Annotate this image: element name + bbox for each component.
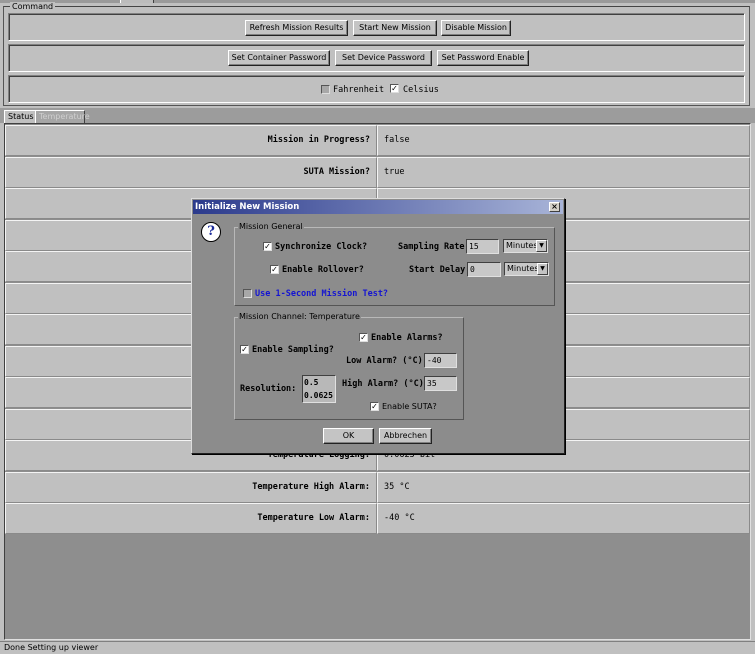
- fahrenheit-checkbox[interactable]: [321, 85, 330, 94]
- resolution-label: Resolution:: [240, 384, 297, 394]
- enable-rollover-label: Enable Rollover?: [282, 265, 364, 275]
- dialog-title: Initialize New Mission: [195, 202, 300, 212]
- question-icon: ?: [201, 222, 221, 242]
- enable-rollover-checkbox[interactable]: ✓: [270, 265, 279, 274]
- status-row: Mission in Progress? false: [5, 125, 750, 156]
- resolution-list[interactable]: 0.5 0.0625: [302, 375, 336, 403]
- set-password-enable-button[interactable]: Set Password Enable: [437, 50, 529, 66]
- status-row-label: Temperature High Alarm:: [5, 471, 377, 503]
- synchronize-clock-checkbox[interactable]: ✓: [263, 242, 272, 251]
- mission-channel-group: Mission Channel: Temperature ✓ Enable Al…: [234, 312, 464, 420]
- high-alarm-input[interactable]: 35: [424, 376, 457, 391]
- chevron-down-icon: ▼: [536, 240, 547, 252]
- start-delay-unit-select[interactable]: Minutes ▼: [504, 262, 549, 276]
- mission-channel-legend: Mission Channel: Temperature: [238, 312, 361, 321]
- dialog-titlebar[interactable]: Initialize New Mission ×: [193, 200, 563, 214]
- high-alarm-label: High Alarm? (°C): [342, 379, 424, 389]
- start-delay-label: Start Delay: [409, 265, 466, 275]
- status-row-value: -40 °C: [377, 503, 750, 534]
- close-icon[interactable]: ×: [549, 202, 560, 212]
- command-row-units: Fahrenheit ✓ Celsius: [8, 75, 745, 103]
- cancel-button[interactable]: Abbrechen: [379, 428, 432, 444]
- enable-sampling-label: Enable Sampling?: [252, 345, 334, 355]
- tab-bar: Status Temperature: [0, 108, 755, 123]
- sampling-rate-unit-value: Minutes: [506, 241, 538, 250]
- sampling-rate-label: Sampling Rate: [398, 242, 465, 252]
- one-second-test-label: Use 1-Second Mission Test?: [255, 289, 389, 299]
- mission-general-group: Mission General ✓ Synchronize Clock? Sam…: [234, 222, 555, 306]
- status-row-value: true: [377, 156, 750, 188]
- tab-status[interactable]: Status: [4, 110, 38, 123]
- start-new-mission-button[interactable]: Start New Mission: [353, 20, 437, 36]
- fahrenheit-label: Fahrenheit: [333, 85, 385, 95]
- start-delay-input[interactable]: 0: [467, 262, 501, 277]
- celsius-checkbox[interactable]: ✓: [390, 84, 399, 93]
- chevron-down-icon: ▼: [537, 263, 548, 275]
- one-second-test-checkbox[interactable]: [243, 289, 252, 298]
- status-row-value: 35 °C: [377, 471, 750, 503]
- enable-sampling-checkbox[interactable]: ✓: [240, 345, 249, 354]
- enable-suta-label: Enable SUTA?: [382, 402, 437, 411]
- celsius-label: Celsius: [403, 85, 439, 95]
- tab-temperature[interactable]: Temperature: [35, 110, 90, 123]
- low-alarm-input[interactable]: -40: [424, 353, 457, 368]
- status-row: SUTA Mission? true: [5, 156, 750, 188]
- initialize-mission-dialog: Initialize New Mission × ? Mission Gener…: [191, 198, 565, 454]
- status-bar: Done Setting up viewer: [0, 641, 755, 654]
- top-strip: [0, 0, 755, 3]
- start-delay-unit-value: Minutes: [507, 264, 539, 273]
- set-device-password-button[interactable]: Set Device Password: [335, 50, 432, 66]
- status-row-label: Mission in Progress?: [5, 125, 377, 156]
- status-row: Temperature Low Alarm: -40 °C: [5, 503, 750, 534]
- refresh-mission-results-button[interactable]: Refresh Mission Results: [245, 20, 348, 36]
- mission-general-legend: Mission General: [238, 222, 304, 231]
- low-alarm-label: Low Alarm? (°C): [346, 356, 423, 366]
- enable-alarms-checkbox[interactable]: ✓: [359, 333, 368, 342]
- ok-button[interactable]: OK: [323, 428, 374, 444]
- enable-alarms-label: Enable Alarms?: [371, 333, 443, 343]
- synchronize-clock-label: Synchronize Clock?: [275, 242, 368, 252]
- status-row-label: Temperature Low Alarm:: [5, 503, 377, 534]
- enable-suta-checkbox[interactable]: ✓: [370, 402, 379, 411]
- resolution-option[interactable]: 0.5: [303, 376, 335, 389]
- command-row-mission: Refresh Mission Results Start New Missio…: [8, 13, 745, 41]
- command-panel: Command Refresh Mission Results Start Ne…: [3, 2, 750, 106]
- set-container-password-button[interactable]: Set Container Password: [228, 50, 330, 66]
- top-tab-piece: [120, 0, 154, 3]
- status-row-label: SUTA Mission?: [5, 156, 377, 188]
- resolution-option[interactable]: 0.0625: [303, 389, 335, 402]
- sampling-rate-input[interactable]: 15: [466, 239, 499, 254]
- status-row-value: false: [377, 125, 750, 156]
- command-row-passwords: Set Container Password Set Device Passwo…: [8, 44, 745, 72]
- sampling-rate-unit-select[interactable]: Minutes ▼: [503, 239, 548, 253]
- disable-mission-button[interactable]: Disable Mission: [441, 20, 511, 36]
- command-legend: Command: [10, 2, 56, 11]
- status-row: Temperature High Alarm: 35 °C: [5, 471, 750, 503]
